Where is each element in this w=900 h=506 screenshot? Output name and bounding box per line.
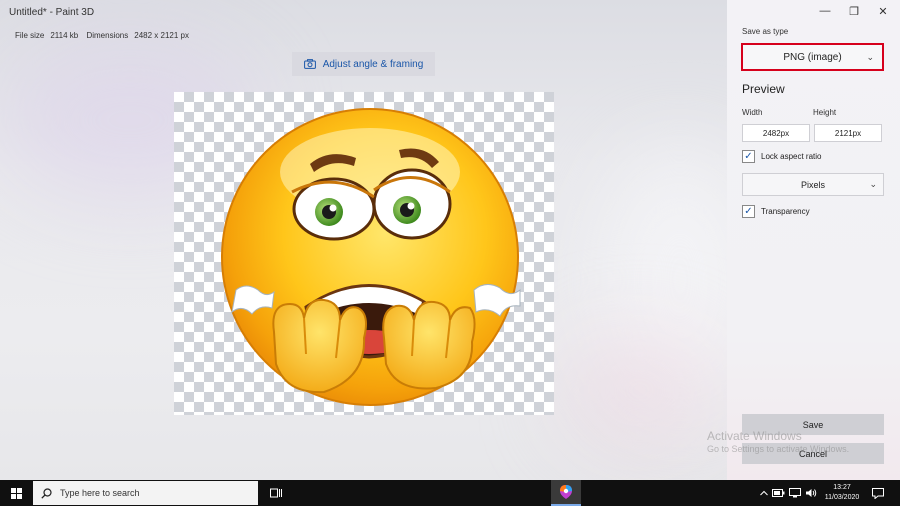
- volume-tray-button[interactable]: [804, 486, 818, 500]
- clock-time: 13:27: [833, 484, 851, 491]
- clock-date: 11/03/2020: [824, 494, 860, 501]
- search-icon: [41, 487, 52, 499]
- save-as-type-dropdown[interactable]: PNG (image) ⌄: [741, 43, 884, 71]
- units-value: Pixels: [800, 179, 825, 190]
- save-as-type-value: PNG (image): [783, 51, 842, 63]
- minimize-button[interactable]: —: [810, 3, 840, 19]
- battery-icon: [771, 489, 784, 497]
- lock-aspect-ratio-label: Lock aspect ratio: [761, 152, 822, 161]
- camera-icon: [303, 59, 316, 69]
- taskbar-search-box[interactable]: Type here to search: [33, 481, 258, 505]
- show-hidden-icons-button[interactable]: [758, 486, 770, 500]
- window-title: Untitled* - Paint 3D: [9, 7, 95, 18]
- windows-logo-icon: [11, 487, 22, 499]
- dimensions-label: Dimensions: [86, 31, 129, 40]
- units-dropdown[interactable]: Pixels ⌄: [742, 173, 884, 196]
- taskbar: Type here to search 13:27 11/03/2020: [0, 480, 900, 506]
- cancel-button[interactable]: Cancel: [742, 443, 884, 464]
- width-input[interactable]: [742, 124, 810, 142]
- battery-tray-button[interactable]: [771, 486, 785, 500]
- transparency-label: Transparency: [761, 207, 810, 216]
- notification-center-button[interactable]: [868, 485, 888, 501]
- chevron-down-icon: ⌄: [866, 52, 874, 62]
- notification-icon: [872, 487, 884, 499]
- background-glow: [560, 330, 720, 450]
- network-tray-button[interactable]: [788, 486, 802, 500]
- speaker-icon: [806, 489, 817, 497]
- chevron-up-icon: [760, 490, 768, 496]
- file-info: File size 2114 kb Dimensions 2482 x 2121 p…: [15, 31, 195, 40]
- task-view-button[interactable]: [263, 480, 289, 506]
- dimensions-value: 2482 x 2121 px: [134, 31, 189, 40]
- task-view-icon: [270, 488, 282, 498]
- network-icon: [789, 488, 801, 498]
- adjust-angle-framing-button[interactable]: Adjust angle & framing: [292, 52, 435, 76]
- preview-heading: Preview: [742, 82, 785, 96]
- checkmark-icon: ✓: [742, 205, 755, 218]
- transparency-checkbox[interactable]: ✓ Transparency: [742, 205, 810, 218]
- file-size-value: 2114 kb: [50, 31, 79, 40]
- restore-button[interactable]: ❐: [839, 3, 869, 19]
- save-panel: — ❐ ✕ Save as type PNG (image) ⌄ Preview…: [727, 0, 900, 480]
- taskbar-clock[interactable]: 13:27 11/03/2020: [817, 483, 867, 503]
- start-button[interactable]: [0, 480, 33, 506]
- scared-emoji-image: [221, 108, 521, 406]
- paint-3d-taskbar-button[interactable]: [551, 480, 581, 506]
- file-size-label: File size: [15, 31, 45, 40]
- close-button[interactable]: ✕: [868, 3, 898, 19]
- adjust-angle-framing-label: Adjust angle & framing: [322, 58, 424, 70]
- search-placeholder: Type here to search: [60, 488, 140, 498]
- chevron-down-icon: ⌄: [869, 179, 877, 189]
- width-label: Width: [742, 108, 763, 117]
- save-button[interactable]: Save: [742, 414, 884, 435]
- paint-3d-icon: [560, 485, 572, 499]
- image-preview: [174, 92, 554, 415]
- checkmark-icon: ✓: [742, 150, 755, 163]
- save-as-type-label: Save as type: [742, 27, 789, 36]
- height-input[interactable]: [814, 124, 882, 142]
- height-label: Height: [813, 108, 837, 117]
- lock-aspect-ratio-checkbox[interactable]: ✓ Lock aspect ratio: [742, 150, 821, 163]
